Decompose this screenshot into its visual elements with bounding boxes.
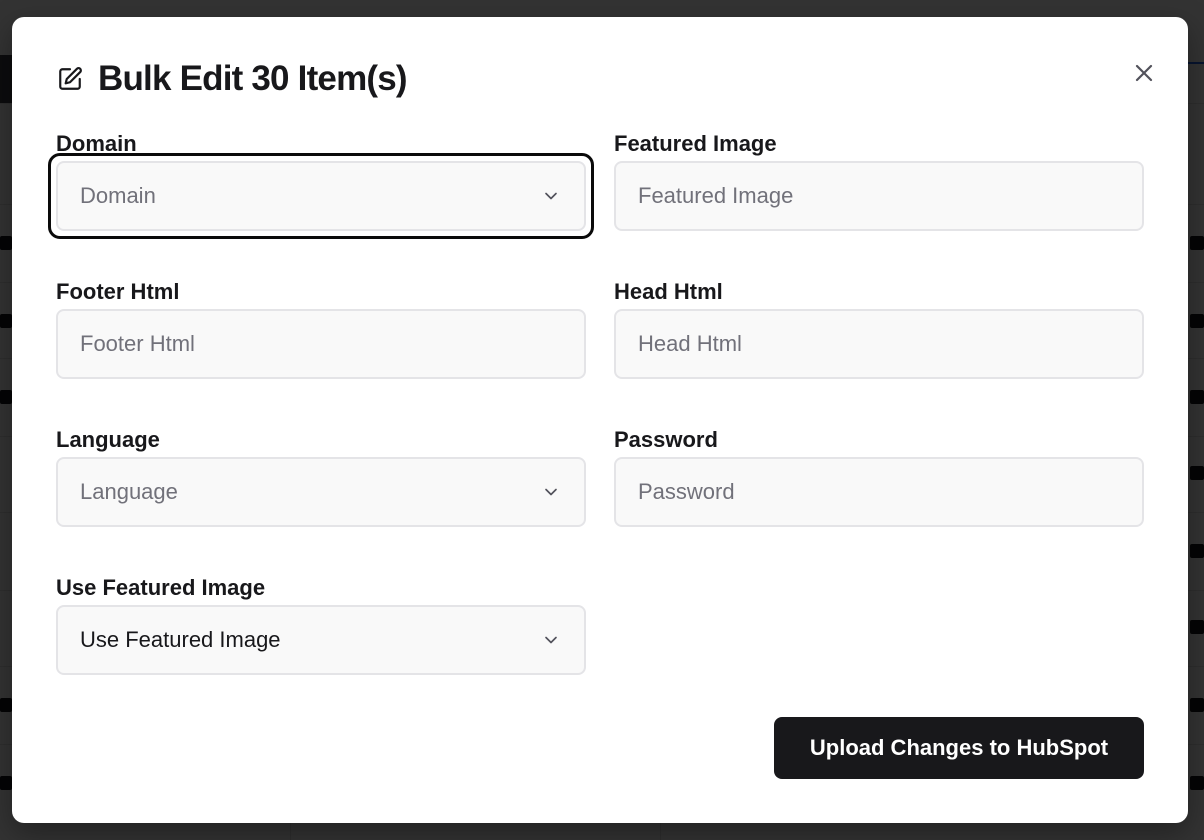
featured-image-label: Featured Image bbox=[614, 131, 777, 156]
password-label: Password bbox=[614, 427, 718, 452]
domain-select-value: Domain bbox=[80, 183, 156, 208]
featured-image-input[interactable] bbox=[614, 161, 1144, 231]
password-input[interactable] bbox=[614, 457, 1144, 527]
bulk-edit-dialog: Bulk Edit 30 Item(s) Domain Domain Featu… bbox=[12, 17, 1188, 823]
upload-changes-button[interactable]: Upload Changes to HubSpot bbox=[774, 717, 1144, 779]
domain-field: Domain Domain bbox=[48, 129, 594, 239]
footer-html-input[interactable] bbox=[56, 309, 586, 379]
head-html-label: Head Html bbox=[614, 279, 723, 304]
close-icon bbox=[1132, 61, 1156, 90]
footer-html-label: Footer Html bbox=[56, 279, 180, 304]
chevron-down-icon bbox=[540, 481, 562, 503]
head-html-input[interactable] bbox=[614, 309, 1144, 379]
language-select-value: Language bbox=[80, 479, 178, 504]
featured-image-field: Featured Image bbox=[614, 129, 1144, 231]
language-select[interactable]: Language bbox=[56, 457, 586, 527]
chevron-down-icon bbox=[540, 629, 562, 651]
use-featured-image-label: Use Featured Image bbox=[56, 575, 266, 600]
language-label: Language bbox=[56, 427, 160, 452]
use-featured-image-select-value: Use Featured Image bbox=[80, 627, 281, 652]
language-field: Language Language bbox=[56, 425, 586, 527]
dialog-title: Bulk Edit 30 Item(s) bbox=[98, 59, 408, 98]
footer-html-field: Footer Html bbox=[56, 277, 586, 379]
pencil-square-icon bbox=[56, 65, 84, 93]
chevron-down-icon bbox=[540, 185, 562, 207]
close-button[interactable] bbox=[1128, 59, 1160, 91]
dialog-header: Bulk Edit 30 Item(s) bbox=[56, 59, 408, 99]
use-featured-image-field: Use Featured Image Use Featured Image bbox=[56, 573, 586, 675]
password-field: Password bbox=[614, 425, 1144, 527]
domain-select[interactable]: Domain bbox=[56, 161, 586, 231]
domain-label: Domain bbox=[56, 131, 137, 156]
use-featured-image-select[interactable]: Use Featured Image bbox=[56, 605, 586, 675]
head-html-field: Head Html bbox=[614, 277, 1144, 379]
